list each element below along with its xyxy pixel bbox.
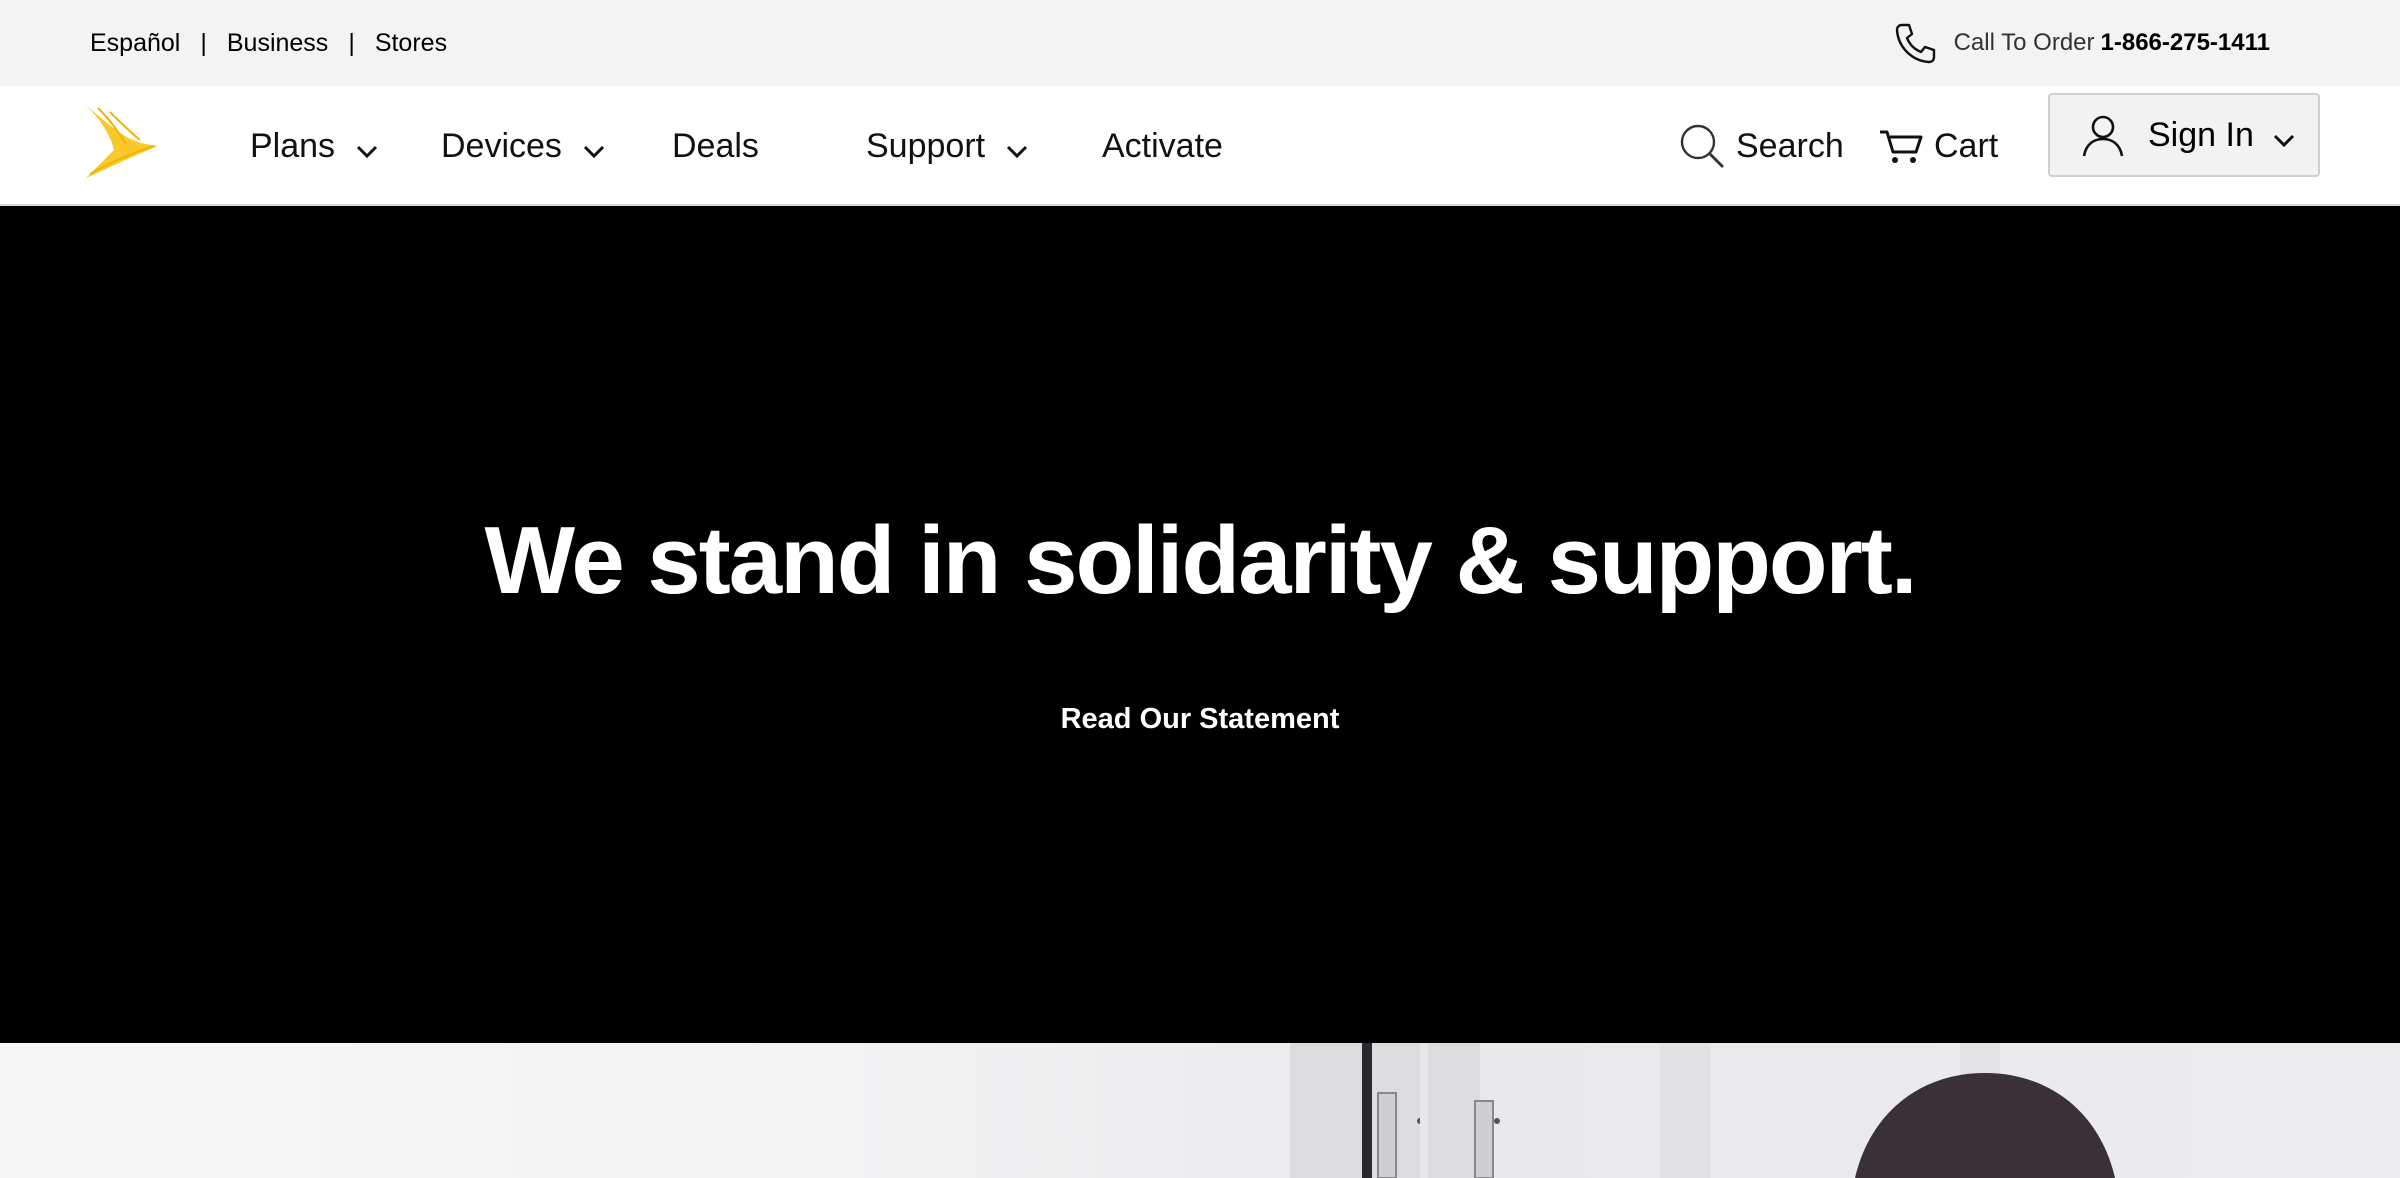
hero-title: We stand in solidarity & support. xyxy=(484,507,1917,614)
utility-link-business[interactable]: Business xyxy=(227,29,328,58)
user-icon xyxy=(2080,112,2126,158)
cart-label: Cart xyxy=(1934,126,1999,165)
hero-link-wrapper: Read Our Statement xyxy=(0,703,2400,736)
cart-button[interactable]: Cart xyxy=(1878,86,1998,206)
nav-item-label: Activate xyxy=(1102,126,1223,165)
sign-in-label: Sign In xyxy=(2148,115,2254,154)
chevron-down-icon xyxy=(355,134,379,159)
hero-banner: We stand in solidarity & support. Read O… xyxy=(0,206,2400,1043)
nav-item-devices[interactable]: Devices xyxy=(441,86,606,206)
utility-link-stores[interactable]: Stores xyxy=(375,29,447,58)
utility-links: Español | Business | Stores xyxy=(90,0,447,86)
chevron-down-icon xyxy=(582,134,606,159)
read-statement-link[interactable]: Read Our Statement xyxy=(1061,703,1340,735)
utility-bar: Español | Business | Stores Call To Orde… xyxy=(0,0,2400,86)
utility-separator: | xyxy=(200,28,207,57)
sprint-logo[interactable] xyxy=(80,100,162,182)
search-button[interactable]: Search xyxy=(1678,86,1844,206)
nav-item-deals[interactable]: Deals xyxy=(672,86,759,206)
hero-photo xyxy=(0,1043,2400,1178)
main-navigation: Plans Devices Deals Support Activate Sea… xyxy=(0,86,2400,206)
phone-icon xyxy=(1892,20,1938,66)
search-label: Search xyxy=(1736,126,1844,165)
nav-item-support[interactable]: Support xyxy=(866,86,1029,206)
chevron-down-icon xyxy=(2272,123,2296,148)
utility-separator: | xyxy=(348,28,355,57)
search-icon xyxy=(1680,124,1724,168)
utility-link-espanol[interactable]: Español xyxy=(90,29,180,58)
sign-in-button[interactable]: Sign In xyxy=(2048,93,2320,177)
nav-item-label: Deals xyxy=(672,126,759,165)
call-label: Call To Order xyxy=(1953,29,2095,56)
nav-item-label: Plans xyxy=(250,126,336,165)
nav-item-label: Devices xyxy=(441,126,562,165)
photo-illustration xyxy=(1290,1043,2115,1178)
phone-number[interactable]: 1-866-275-1411 xyxy=(2101,29,2270,57)
nav-item-label: Support xyxy=(866,126,986,165)
call-to-order[interactable]: Call To Order 1-866-275-1411 xyxy=(1892,0,2270,86)
nav-item-activate[interactable]: Activate xyxy=(1102,86,1223,206)
nav-item-plans[interactable]: Plans xyxy=(250,86,379,206)
cart-icon xyxy=(1880,130,1923,163)
chevron-down-icon xyxy=(1005,134,1029,159)
